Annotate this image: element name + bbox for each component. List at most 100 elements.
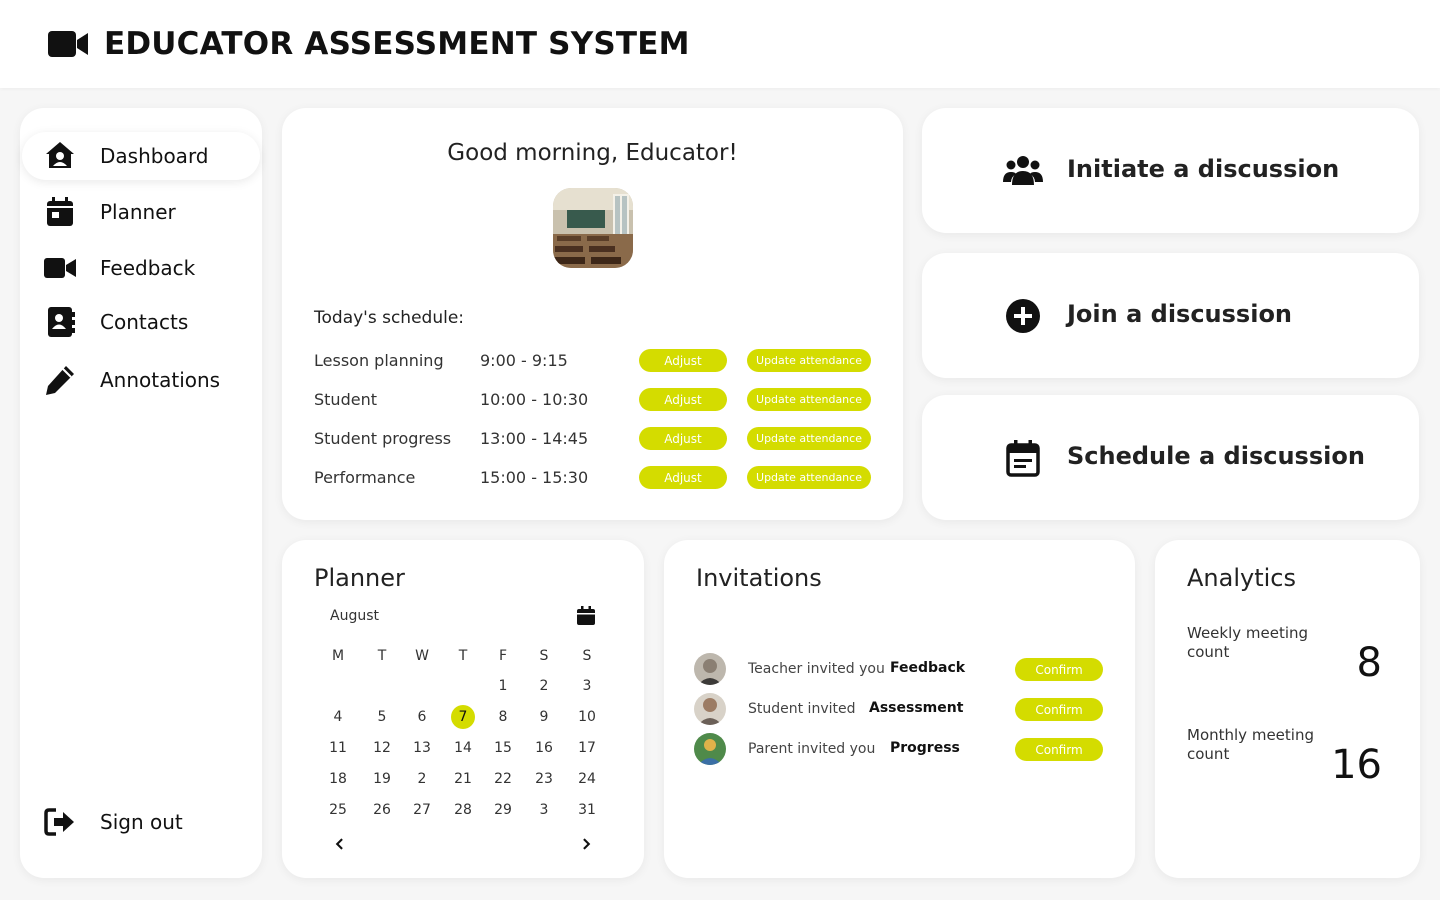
- schedule-item-time: 9:00 - 9:15: [480, 351, 568, 370]
- chevron-left-icon: [335, 838, 343, 850]
- calendar-day-today[interactable]: 7: [451, 705, 475, 729]
- planner-title: Planner: [314, 564, 405, 592]
- schedule-item-name: Student: [314, 390, 377, 409]
- sidebar-item-planner[interactable]: Planner: [22, 188, 260, 236]
- calendar-weekday-header: T: [458, 648, 468, 664]
- invitation-topic: Feedback: [890, 660, 966, 676]
- home-icon: [44, 140, 76, 172]
- calendar-day[interactable]: 6: [407, 705, 437, 729]
- calendar-weekday-header: W: [415, 648, 429, 664]
- sidebar-item-label: Feedback: [100, 256, 196, 280]
- calendar-day[interactable]: 25: [323, 798, 353, 822]
- planner-card: Planner August M T W T F S S 1 2 3 4 5 6 7 8 9 10 11 12 13 1…: [282, 540, 644, 878]
- calendar-day[interactable]: 26: [367, 798, 397, 822]
- users-icon: [1002, 150, 1044, 192]
- invitations-card: Invitations Teacher invited you Feedback…: [664, 540, 1135, 878]
- calendar-day[interactable]: 16: [529, 736, 559, 760]
- sidebar-item-label: Dashboard: [100, 144, 209, 168]
- calendar-day[interactable]: 22: [488, 767, 518, 791]
- calendar-day[interactable]: 8: [488, 705, 518, 729]
- schedule-item-time: 13:00 - 14:45: [480, 429, 589, 448]
- plus-circle-icon: [1002, 295, 1044, 337]
- previous-month-button[interactable]: [330, 834, 350, 854]
- calendar-day[interactable]: 14: [448, 736, 478, 760]
- calendar-day[interactable]: 3: [529, 798, 559, 822]
- calendar-weekday-header: T: [377, 648, 387, 664]
- calendar-day[interactable]: 15: [488, 736, 518, 760]
- calendar-day[interactable]: 27: [407, 798, 437, 822]
- sidebar-item-label: Planner: [100, 200, 176, 224]
- contact-book-icon: [44, 306, 76, 338]
- adjust-button[interactable]: Adjust: [639, 427, 727, 450]
- calendar-day[interactable]: 18: [323, 767, 353, 791]
- monthly-meeting-count-value: 16: [1331, 742, 1382, 788]
- calendar-day[interactable]: 2: [529, 674, 559, 698]
- calendar-day[interactable]: 12: [367, 736, 397, 760]
- monthly-meeting-count-label: Monthly meeting count: [1187, 726, 1314, 763]
- action-label: Initiate a discussion: [1067, 155, 1340, 183]
- invitation-row: Student invited Assessment Confirm: [694, 693, 1114, 727]
- sidebar-item-dashboard[interactable]: Dashboard: [22, 132, 260, 180]
- avatar: [694, 733, 726, 765]
- join-discussion-button[interactable]: Join a discussion: [922, 253, 1419, 378]
- schedule-item-time: 15:00 - 15:30: [480, 468, 589, 487]
- schedule-discussion-button[interactable]: Schedule a discussion: [922, 395, 1419, 520]
- update-attendance-button[interactable]: Update attendance: [747, 427, 871, 450]
- calendar-day[interactable]: 5: [367, 705, 397, 729]
- calendar-day[interactable]: 10: [572, 705, 602, 729]
- adjust-button[interactable]: Adjust: [639, 349, 727, 372]
- calendar-day[interactable]: 21: [448, 767, 478, 791]
- pencil-icon: [44, 364, 76, 396]
- sign-out-button[interactable]: Sign out: [22, 798, 260, 846]
- calendar-weekday-header: F: [498, 648, 508, 664]
- sidebar-item-label: Contacts: [100, 310, 189, 334]
- sidebar-item-feedback[interactable]: Feedback: [22, 244, 260, 292]
- sidebar-item-annotations[interactable]: Annotations: [22, 356, 260, 404]
- schedule-item-time: 10:00 - 10:30: [480, 390, 589, 409]
- confirm-button[interactable]: Confirm: [1015, 658, 1103, 681]
- adjust-button[interactable]: Adjust: [639, 388, 727, 411]
- analytics-card: Analytics Weekly meeting count 8 Monthly…: [1155, 540, 1420, 878]
- action-label: Schedule a discussion: [1067, 442, 1365, 470]
- calendar-schedule-icon: [1002, 437, 1044, 479]
- adjust-button[interactable]: Adjust: [639, 466, 727, 489]
- calendar-day[interactable]: 13: [407, 736, 437, 760]
- confirm-button[interactable]: Confirm: [1015, 698, 1103, 721]
- video-camera-icon: [44, 252, 76, 284]
- invitation-text: Student invited: [748, 701, 856, 717]
- schedule-row: Performance 15:00 - 15:30 Adjust Update …: [314, 465, 874, 491]
- next-month-button[interactable]: [576, 834, 596, 854]
- analytics-title: Analytics: [1187, 564, 1296, 592]
- classroom-photo: [553, 188, 633, 268]
- avatar: [694, 693, 726, 725]
- calendar-day[interactable]: 3: [572, 674, 602, 698]
- calendar-day[interactable]: 2: [407, 767, 437, 791]
- calendar-day[interactable]: 4: [323, 705, 353, 729]
- invitation-row: Parent invited you Progress Confirm: [694, 733, 1114, 767]
- calendar-month: August: [330, 608, 379, 624]
- calendar-day[interactable]: 11: [323, 736, 353, 760]
- action-label: Join a discussion: [1067, 300, 1293, 328]
- calendar-day[interactable]: 31: [572, 798, 602, 822]
- initiate-discussion-button[interactable]: Initiate a discussion: [922, 108, 1419, 233]
- top-bar: EDUCATOR ASSESSMENT SYSTEM: [0, 0, 1440, 88]
- calendar-day[interactable]: 17: [572, 736, 602, 760]
- calendar-day[interactable]: 23: [529, 767, 559, 791]
- invitation-topic: Assessment: [869, 700, 964, 716]
- confirm-button[interactable]: Confirm: [1015, 738, 1103, 761]
- calendar-day[interactable]: 19: [367, 767, 397, 791]
- sidebar: Dashboard Planner Feedback Contacts Anno…: [20, 108, 262, 878]
- calendar-icon: [44, 196, 76, 228]
- calendar-day[interactable]: 28: [448, 798, 478, 822]
- calendar-day[interactable]: 24: [572, 767, 602, 791]
- calendar-day[interactable]: 29: [488, 798, 518, 822]
- update-attendance-button[interactable]: Update attendance: [747, 349, 871, 372]
- calendar-icon[interactable]: [576, 606, 596, 626]
- calendar-day[interactable]: 1: [488, 674, 518, 698]
- calendar-day[interactable]: 9: [529, 705, 559, 729]
- update-attendance-button[interactable]: Update attendance: [747, 466, 871, 489]
- app-title: EDUCATOR ASSESSMENT SYSTEM: [104, 26, 690, 62]
- update-attendance-button[interactable]: Update attendance: [747, 388, 871, 411]
- sign-out-icon: [44, 806, 76, 838]
- sidebar-item-contacts[interactable]: Contacts: [22, 298, 260, 346]
